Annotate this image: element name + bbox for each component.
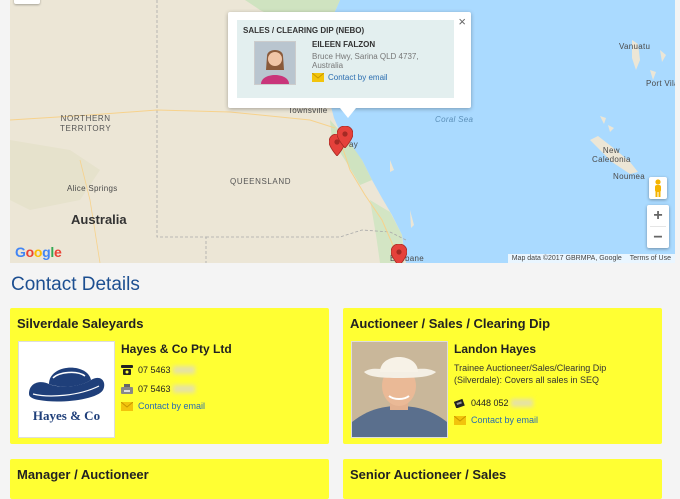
contact-photo [351,341,448,438]
info-window-name: EILEEN FALZON [312,40,376,49]
contact-details-heading: Contact Details [11,274,140,295]
card-title: Manager / Auctioneer [17,467,149,482]
logo-text: Hayes & Co [32,408,101,423]
fax-icon [121,384,133,394]
contact-by-email-link[interactable]: Contact by email [454,415,538,425]
map-label-coral-sea: Coral Sea [435,115,474,124]
info-window-title: SALES / CLEARING DIP (NEBO) [243,26,365,35]
envelope-icon [121,402,133,411]
info-window-email-link[interactable]: Contact by email [312,73,388,82]
map-attribution: Map data ©2017 GBRMPA, Google Terms of U… [507,254,675,263]
contact-card-landon-hayes: Auctioneer / Sales / Clearing Dip Landon… [343,308,662,444]
mobile-phone-icon [454,398,465,408]
contact-card-manager-auctioneer: Manager / Auctioneer [10,459,329,499]
map-label-new-caledonia: New Caledonia [592,146,631,164]
map-label-vanuatu: Vanuatu [619,42,651,51]
fax-row: 07 5463 [121,384,195,394]
mobile-number[interactable]: 0448 052 [471,398,509,408]
email-label: Contact by email [138,401,206,411]
hidden-digits [172,366,195,374]
email-label: Contact by email [471,415,539,425]
zoom-out-button[interactable]: − [647,227,669,248]
contact-card-silverdale-saleyards: Silverdale Saleyards Hayes & Co Hayes & … [10,308,329,444]
map-marker-pin[interactable] [391,244,407,263]
info-window-email-label: Contact by email [328,73,388,82]
business-name: Hayes & Co Pty Ltd [121,342,232,356]
location-map[interactable]: NORTHERN TERRITORY QUEENSLAND Australia … [10,0,675,263]
hidden-digits [510,399,533,407]
terms-of-use-link[interactable]: Terms of Use [630,255,671,262]
map-label-alice-springs: Alice Springs [67,184,118,193]
street-view-pegman-icon[interactable] [649,177,667,199]
map-label-port-vila: Port Vila [646,79,675,88]
card-title: Silverdale Saleyards [17,316,144,331]
phone-icon [121,365,133,375]
map-label-northern-territory: NORTHERN TERRITORY [60,114,112,133]
phone-number[interactable]: 07 5463 [138,365,171,375]
phone-row: 07 5463 [121,365,195,375]
google-logo[interactable]: Google [15,244,62,260]
mobile-row: 0448 052 [454,398,533,408]
map-marker-pin[interactable] [337,126,353,148]
hidden-digits [172,385,195,393]
card-title: Senior Auctioneer / Sales [350,467,507,482]
map-label-queensland: QUEENSLAND [230,177,292,186]
info-window-content: SALES / CLEARING DIP (NEBO) EILEEN FALZO… [237,20,454,98]
contact-photo [254,41,296,85]
map-label-australia: Australia [71,212,127,227]
envelope-icon [312,73,324,82]
fax-number: 07 5463 [138,384,171,394]
map-data-credit: Map data ©2017 GBRMPA, Google [511,255,622,262]
zoom-control: + − [647,205,669,248]
card-title: Auctioneer / Sales / Clearing Dip [350,316,551,331]
contact-card-senior-auctioneer: Senior Auctioneer / Sales [343,459,662,499]
contact-name: Landon Hayes [454,342,537,356]
info-window-address: Bruce Hwy, Sarina QLD 4737, Australia [312,52,419,70]
hayes-logo: Hayes & Co [18,341,115,438]
map-label-noumea: Noumea [613,172,646,181]
contact-by-email-link[interactable]: Contact by email [121,401,205,411]
map-info-window: SALES / CLEARING DIP (NEBO) EILEEN FALZO… [228,12,471,118]
close-icon[interactable]: × [458,15,466,28]
envelope-icon [454,416,466,425]
contact-description: Trainee Auctioneer/Sales/Clearing Dip (S… [454,363,607,385]
zoom-in-button[interactable]: + [647,205,669,226]
map-type-control[interactable] [14,0,40,4]
